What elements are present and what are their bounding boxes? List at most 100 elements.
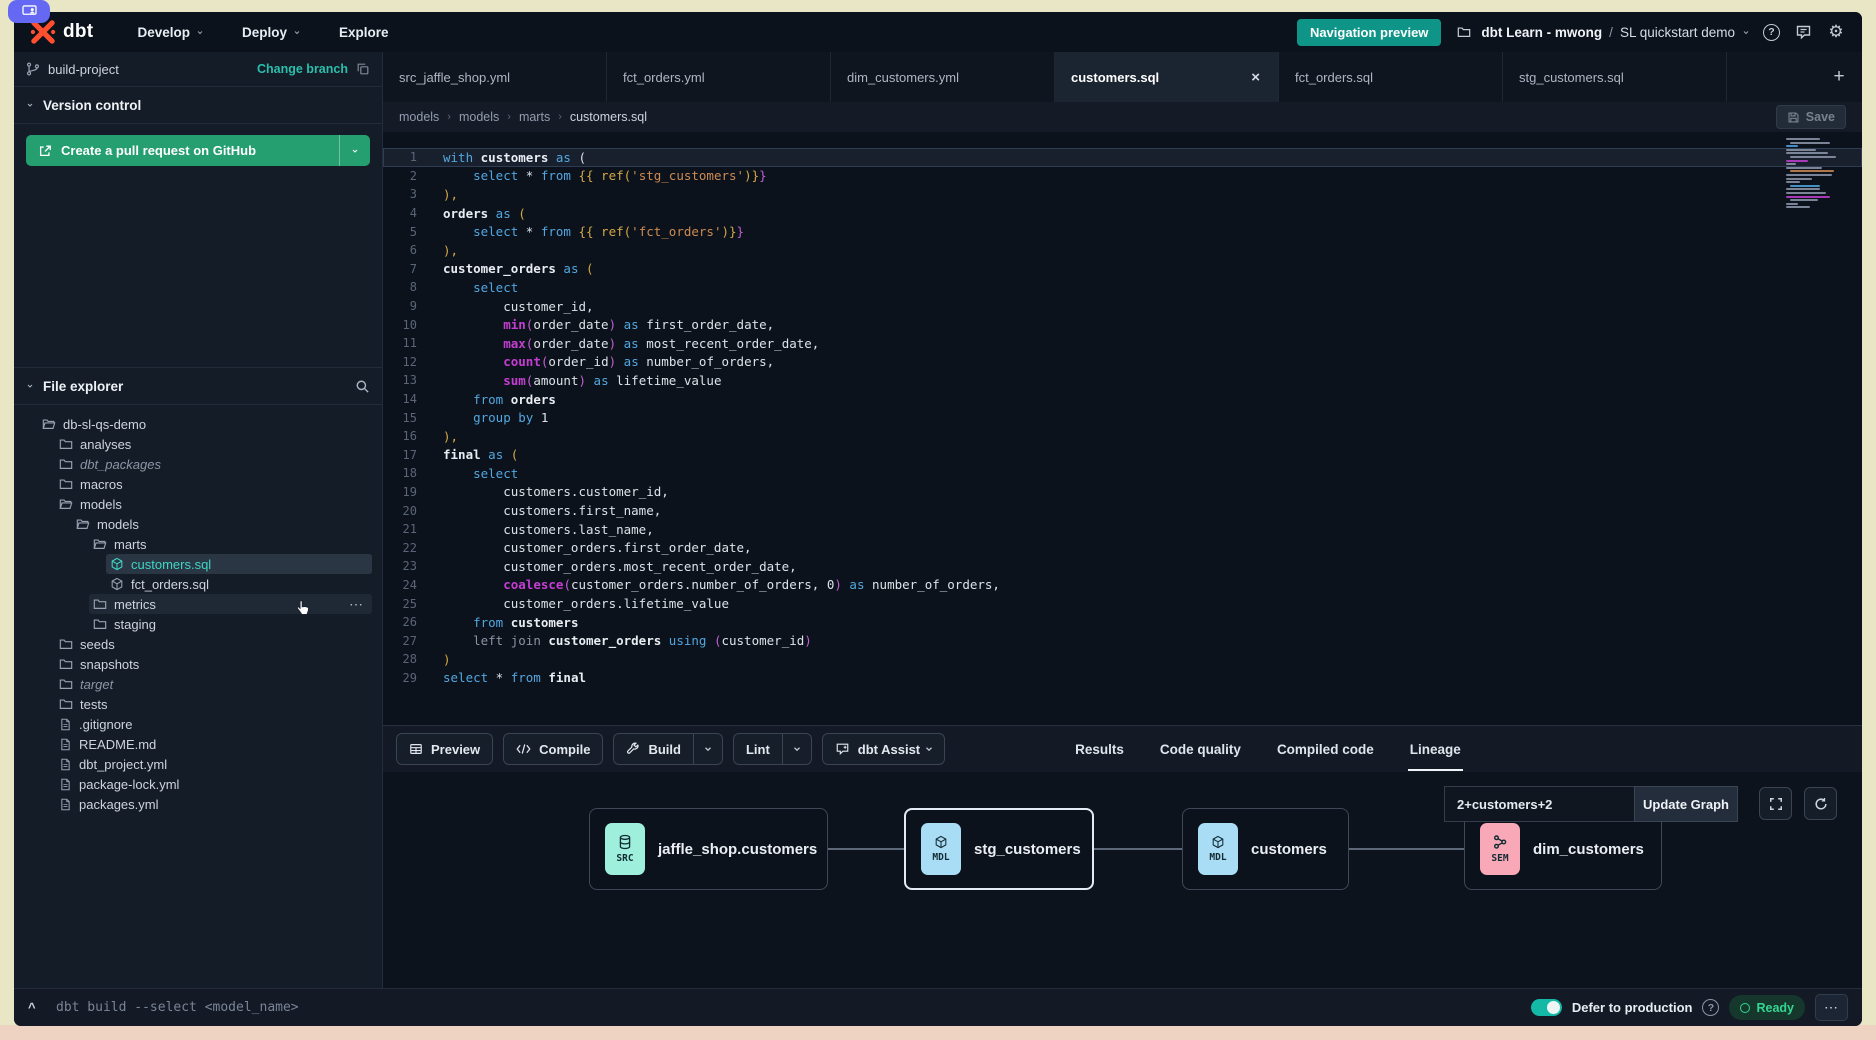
tree-row[interactable]: customers.sql (106, 554, 372, 574)
lint-button[interactable]: Lint (733, 733, 812, 765)
file-tree-item-README.md[interactable]: README.md (14, 734, 382, 754)
line-number: 9 (383, 299, 417, 313)
tree-row[interactable]: analyses (55, 434, 372, 454)
file-tree-item-metrics[interactable]: metrics⋯ (14, 594, 382, 614)
split-dropdown[interactable] (782, 734, 811, 764)
lineage-selector-input[interactable]: 2+customers+2 (1444, 786, 1634, 822)
defer-help-icon[interactable]: ? (1702, 999, 1719, 1016)
ready-status[interactable]: Ready (1729, 995, 1805, 1020)
file-explorer-header[interactable]: File explorer (14, 367, 382, 405)
file-tree-item-db-sl-qs-demo[interactable]: db-sl-qs-demo (14, 414, 382, 434)
lineage-node-jaffle_shop.customers[interactable]: SRCjaffle_shop.customers (589, 808, 828, 890)
tree-row[interactable]: target (55, 674, 372, 694)
code-line: 13 sum(amount) as lifetime_value (383, 371, 1862, 390)
tree-row[interactable]: packages.yml (55, 794, 372, 814)
file-tree-item-.gitignore[interactable]: .gitignore (14, 714, 382, 734)
tab-label: fct_orders.sql (1295, 70, 1373, 85)
preview-button[interactable]: Preview (396, 733, 493, 765)
update-graph-button[interactable]: Update Graph (1634, 786, 1738, 822)
tree-row[interactable]: .gitignore (55, 714, 372, 734)
project-breadcrumb[interactable]: dbt Learn - mwong / SL quickstart demo (1454, 25, 1750, 40)
file-tree-item-package-lock.yml[interactable]: package-lock.yml (14, 774, 382, 794)
tree-row[interactable]: README.md (55, 734, 372, 754)
editor-tab-stg_customers.sql[interactable]: stg_customers.sql (1503, 52, 1727, 102)
lineage-node-customers[interactable]: MDLcustomers (1182, 808, 1349, 890)
file-tree-item-dbt_packages[interactable]: dbt_packages (14, 454, 382, 474)
menu-explore[interactable]: Explore (339, 25, 389, 40)
defer-toggle[interactable] (1531, 999, 1562, 1016)
lineage-canvas[interactable]: 2+customers+2 Update Graph SRCjaffle_sho… (383, 772, 1862, 988)
editor-tab-src_jaffle_shop.yml[interactable]: src_jaffle_shop.yml (383, 52, 607, 102)
editor-tab-dim_customers.yml[interactable]: dim_customers.yml (831, 52, 1055, 102)
menu-deploy[interactable]: Deploy (242, 25, 301, 40)
panel-tab-lineage[interactable]: Lineage (1408, 736, 1463, 763)
help-icon[interactable]: ? (1763, 24, 1780, 41)
compile-button[interactable]: Compile (503, 733, 603, 765)
tree-row[interactable]: snapshots (55, 654, 372, 674)
dbt-assist-button[interactable]: dbt Assist (822, 733, 945, 765)
file-tree-item-models[interactable]: models (14, 514, 382, 534)
tree-row[interactable]: fct_orders.sql (106, 574, 372, 594)
file-tree-item-packages.yml[interactable]: packages.yml (14, 794, 382, 814)
search-icon[interactable] (355, 379, 370, 394)
change-branch-link[interactable]: Change branch (257, 62, 348, 76)
tree-row[interactable]: marts (89, 534, 372, 554)
tree-row[interactable]: models (55, 494, 372, 514)
tree-row[interactable]: dbt_packages (55, 454, 372, 474)
fullscreen-button[interactable] (1759, 787, 1792, 820)
split-dropdown[interactable] (693, 734, 722, 764)
code-editor[interactable]: 1with customers as (2 select * from {{ r… (383, 132, 1862, 726)
tree-row[interactable]: package-lock.yml (55, 774, 372, 794)
file-tree-item-marts[interactable]: marts (14, 534, 382, 554)
version-control-header[interactable]: Version control (14, 87, 382, 124)
tree-row[interactable]: seeds (55, 634, 372, 654)
tree-row[interactable]: tests (55, 694, 372, 714)
copy-icon[interactable] (356, 62, 370, 76)
panel-tab-results[interactable]: Results (1073, 736, 1126, 763)
expand-panel-caret[interactable]: ^ (28, 1000, 46, 1015)
lineage-node-stg_customers[interactable]: MDLstg_customers (904, 808, 1094, 890)
row-menu-icon[interactable]: ⋯ (349, 596, 368, 613)
close-icon[interactable]: × (1249, 69, 1262, 86)
create-pr-main[interactable]: Create a pull request on GitHub (26, 135, 339, 166)
minimap[interactable] (1786, 138, 1844, 210)
editor-tab-fct_orders.yml[interactable]: fct_orders.yml (607, 52, 831, 102)
menu-develop[interactable]: Develop (137, 25, 204, 40)
editor-tab-fct_orders.sql[interactable]: fct_orders.sql (1279, 52, 1503, 102)
folder-icon (59, 657, 73, 671)
file-tree-item-fct_orders.sql[interactable]: fct_orders.sql (14, 574, 382, 594)
editor-tab-customers.sql[interactable]: customers.sql× (1055, 52, 1279, 102)
refresh-button[interactable] (1804, 787, 1837, 820)
file-tree-item-macros[interactable]: macros (14, 474, 382, 494)
file-tree-item-analyses[interactable]: analyses (14, 434, 382, 454)
panel-tab-compiled-code[interactable]: Compiled code (1275, 736, 1376, 763)
breadcrumb-item[interactable]: models (399, 110, 439, 124)
build-button[interactable]: Build (613, 733, 723, 765)
feedback-icon[interactable] (1793, 24, 1813, 40)
tree-row[interactable]: dbt_project.yml (55, 754, 372, 774)
file-tree-item-models[interactable]: models (14, 494, 382, 514)
file-tree-item-staging[interactable]: staging (14, 614, 382, 634)
create-pr-dropdown[interactable] (339, 135, 370, 166)
settings-gear-icon[interactable]: ⚙ (1826, 22, 1846, 42)
tree-row[interactable]: models (72, 514, 372, 534)
navigation-preview-button[interactable]: Navigation preview (1297, 19, 1441, 46)
tree-row[interactable]: metrics⋯ (89, 594, 372, 614)
tree-row[interactable]: macros (55, 474, 372, 494)
file-tree-item-target[interactable]: target (14, 674, 382, 694)
command-input[interactable]: dbt build --select <model_name> (56, 1000, 299, 1015)
file-tree-item-seeds[interactable]: seeds (14, 634, 382, 654)
breadcrumb-item[interactable]: marts (519, 110, 550, 124)
file-tree-item-snapshots[interactable]: snapshots (14, 654, 382, 674)
breadcrumb-item[interactable]: models (459, 110, 499, 124)
save-button[interactable]: Save (1776, 105, 1846, 129)
new-tab-button[interactable]: + (1816, 52, 1862, 102)
file-tree-item-customers.sql[interactable]: customers.sql (14, 554, 382, 574)
panel-tab-code-quality[interactable]: Code quality (1158, 736, 1243, 763)
assist-icon (835, 742, 850, 756)
tree-row[interactable]: staging (89, 614, 372, 634)
file-tree-item-dbt_project.yml[interactable]: dbt_project.yml (14, 754, 382, 774)
more-options-button[interactable]: ⋯ (1815, 994, 1848, 1021)
file-tree-item-tests[interactable]: tests (14, 694, 382, 714)
tree-row[interactable]: db-sl-qs-demo (38, 414, 372, 434)
